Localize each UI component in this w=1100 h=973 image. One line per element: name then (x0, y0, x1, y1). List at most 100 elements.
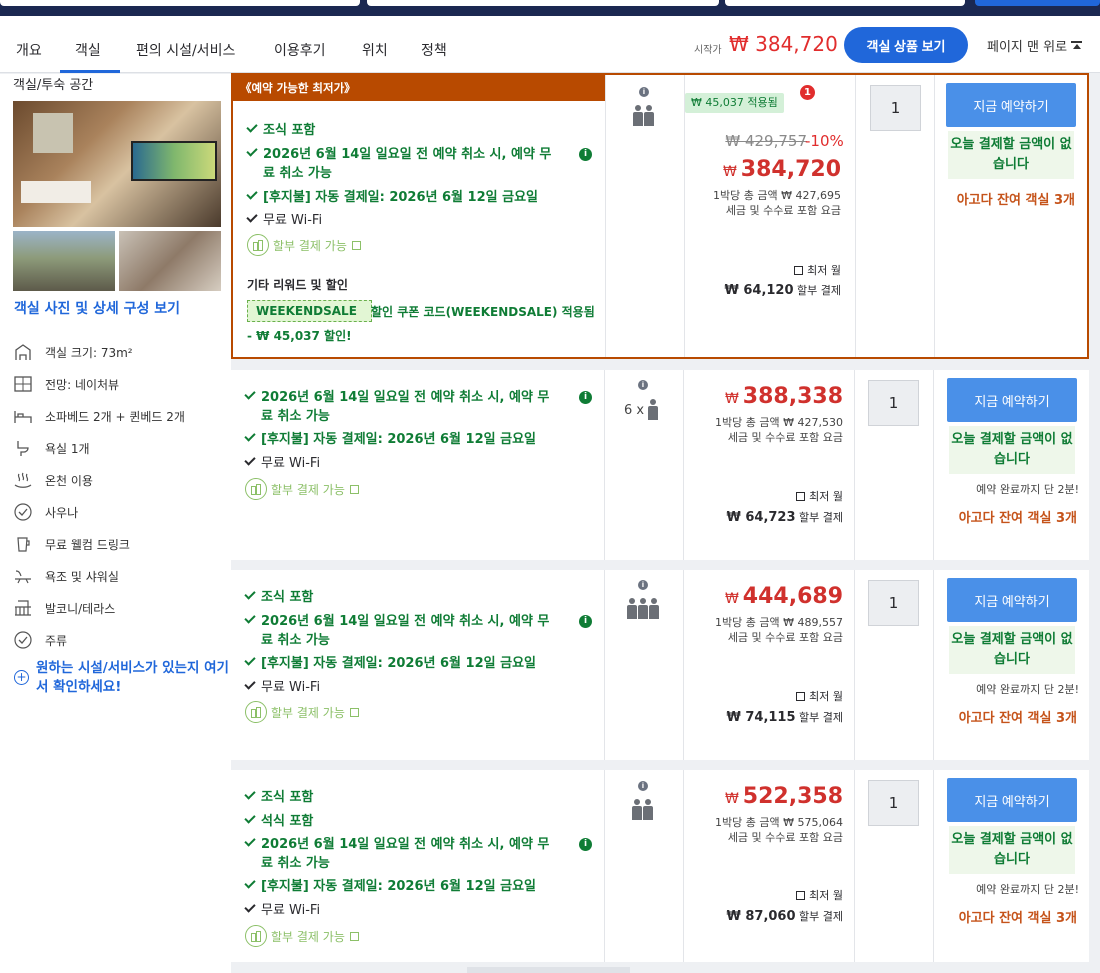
feature-wifi: 무료 Wi-Fi (244, 454, 320, 473)
occupancy-icons (633, 105, 655, 127)
room-quantity-select[interactable]: 1 (868, 380, 919, 426)
amenity-sauna: 사우나 (13, 502, 78, 522)
feature-wifi: 무료 Wi-Fi (244, 901, 320, 920)
per-night-total: 1박당 총 금액 ₩ 427,530 (715, 416, 843, 429)
tab-rooms[interactable]: 객실 (75, 40, 101, 60)
room-photo-exterior[interactable] (13, 231, 115, 291)
final-price: ₩384,720 (722, 157, 841, 182)
installment-link[interactable]: 할부 결제 가능 (245, 701, 359, 723)
back-to-top-label: 페이지 맨 위로 (987, 40, 1068, 55)
installment-icon (245, 925, 267, 947)
feature-postpay: [후지불] 자동 결제일: 2026년 6월 12일 금요일 (244, 654, 536, 673)
bath-shower-icon (13, 567, 33, 585)
person-icon (644, 105, 654, 127)
person-icon (649, 598, 659, 620)
search-button[interactable] (975, 0, 1100, 6)
feature-free-cancel: 2026년 6월 14일 일요일 전 예약 취소 시, 예약 무료 취소 가능 (244, 835, 549, 873)
discount-percent: -10% (805, 132, 844, 150)
installment-link[interactable]: 할부 결제 가능 (245, 925, 359, 947)
balcony-icon (13, 599, 33, 617)
booking-time-note: 예약 완료까지 단 2분! (976, 883, 1079, 896)
amenity-hot-spring: 온천 이용 (13, 470, 93, 490)
arrow-up-icon (1071, 41, 1083, 52)
amenity-inquiry-label: 원하는 시설/서비스가 있는지 여기서 확인하세요! (36, 660, 229, 695)
room-quantity-select[interactable]: 1 (868, 780, 919, 826)
per-night-total: 1박당 총 금액 ₩ 427,695 (713, 189, 841, 202)
no-payment-today: 오늘 결제할 금액이 없습니다 (948, 131, 1074, 179)
amenity-label: 발코니/테라스 (45, 601, 116, 616)
amenity-label: 온천 이용 (45, 473, 93, 488)
check-circle-icon (13, 631, 33, 649)
room-photos-link[interactable]: 객실 사진 및 상세 구성 보기 (14, 298, 180, 318)
coupon-applied-text: 할인 쿠폰 코드(WEEKENDSALE) 적용됨 (371, 305, 595, 319)
tab-location[interactable]: 위치 (362, 40, 388, 60)
tab-reviews[interactable]: 이용후기 (274, 40, 326, 60)
final-price: ₩388,338 (724, 384, 843, 409)
book-now-button[interactable]: 지금 예약하기 (946, 83, 1076, 127)
installment-link[interactable]: 할부 결제 가능 (247, 234, 361, 256)
occupancy-info-icon[interactable]: i (638, 580, 648, 590)
amenity-inquiry-link[interactable]: + 원하는 시설/서비스가 있는지 여기서 확인하세요! (14, 659, 229, 697)
check-circle-icon (13, 503, 33, 521)
monthly-installment: ₩ 74,115 할부 결제 (726, 710, 843, 725)
offer-card: 2026년 6월 14일 일요일 전 예약 취소 시, 예약 무료 취소 가능 … (231, 370, 1089, 560)
amenity-label: 사우나 (45, 505, 79, 520)
feature-postpay: [후지불] 자동 결제일: 2026년 6월 12일 금요일 (244, 877, 536, 896)
search-dates-field[interactable] (367, 0, 719, 6)
feature-free-cancel: 2026년 6월 14일 일요일 전 예약 취소 시, 예약 무료 취소 가능 (246, 145, 551, 183)
tax-included-note: 세금 및 수수료 포함 요금 (727, 431, 843, 444)
occupancy-icons (627, 598, 660, 620)
plus-circle-icon: + (14, 670, 29, 685)
info-icon[interactable]: i (579, 391, 592, 404)
book-now-button[interactable]: 지금 예약하기 (947, 778, 1077, 822)
no-payment-today: 오늘 결제할 금액이 없습니다 (949, 626, 1075, 674)
tab-policies[interactable]: 정책 (421, 40, 447, 60)
bathroom-icon (13, 439, 33, 457)
tab-amenities[interactable]: 편의 시설/서비스 (136, 40, 235, 60)
view-rooms-button[interactable]: 객실 상품 보기 (844, 27, 968, 63)
view-icon (13, 375, 33, 393)
occupancy-icons (632, 799, 654, 821)
book-now-button[interactable]: 지금 예약하기 (947, 578, 1077, 622)
installment-link[interactable]: 할부 결제 가능 (245, 478, 359, 500)
room-photo-bath[interactable] (119, 231, 221, 291)
offer-card-best: 《예약 가능한 최저가》 조식 포함 2026년 6월 14일 일요일 전 예약… (231, 73, 1089, 359)
book-now-button[interactable]: 지금 예약하기 (947, 378, 1077, 422)
best-price-banner: 《예약 가능한 최저가》 (233, 75, 605, 101)
amenity-label: 소파베드 2개 + 퀸베드 2개 (45, 409, 185, 424)
amenity-room-size: 객실 크기: 73m² (13, 342, 133, 362)
info-icon[interactable]: i (579, 148, 592, 161)
info-icon[interactable]: i (579, 615, 592, 628)
feature-breakfast: 조식 포함 (246, 121, 315, 140)
room-quantity-select[interactable]: 1 (870, 85, 921, 131)
amenity-label: 무료 웰컴 드링크 (45, 537, 130, 552)
tab-overview[interactable]: 개요 (16, 40, 42, 60)
promo-applied-badge[interactable]: ₩ 45,037 적용됨 (685, 93, 784, 113)
occupancy-info-icon[interactable]: i (638, 380, 648, 390)
other-rewards-title: 기타 리워드 및 할인 (247, 278, 348, 292)
feature-postpay: [후지불] 자동 결제일: 2026년 6월 12일 금요일 (246, 188, 538, 207)
search-guests-field[interactable] (725, 0, 965, 6)
occupancy-info-icon[interactable]: i (638, 781, 648, 791)
installment-icon (245, 701, 267, 723)
final-price: ₩522,358 (724, 784, 843, 809)
drink-icon (13, 535, 33, 553)
info-icon[interactable]: i (579, 838, 592, 851)
search-bar-strip (0, 0, 1100, 16)
photo-window (33, 113, 73, 153)
occupancy-info-icon[interactable]: i (639, 87, 649, 97)
back-to-top-link[interactable]: 페이지 맨 위로 (987, 36, 1083, 55)
original-price: ₩ 429,757 (725, 132, 807, 150)
offer-card: 조식 포함 2026년 6월 14일 일요일 전 예약 취소 시, 예약 무료 … (231, 570, 1089, 760)
no-payment-today: 오늘 결제할 금액이 없습니다 (949, 826, 1075, 874)
room-quantity-select[interactable]: 1 (868, 580, 919, 626)
person-icon (627, 598, 637, 620)
monthly-min-label: 최저 월 (796, 488, 843, 504)
room-photo-main[interactable] (13, 101, 221, 227)
external-link-icon (351, 240, 361, 250)
feature-free-cancel: 2026년 6월 14일 일요일 전 예약 취소 시, 예약 무료 취소 가능 (244, 388, 549, 426)
amenity-alcohol: 주류 (13, 630, 67, 650)
search-destination-field[interactable] (0, 0, 360, 6)
tax-included-note: 세금 및 수수료 포함 요금 (727, 631, 843, 644)
per-night-total: 1박당 총 금액 ₩ 575,064 (715, 816, 843, 829)
